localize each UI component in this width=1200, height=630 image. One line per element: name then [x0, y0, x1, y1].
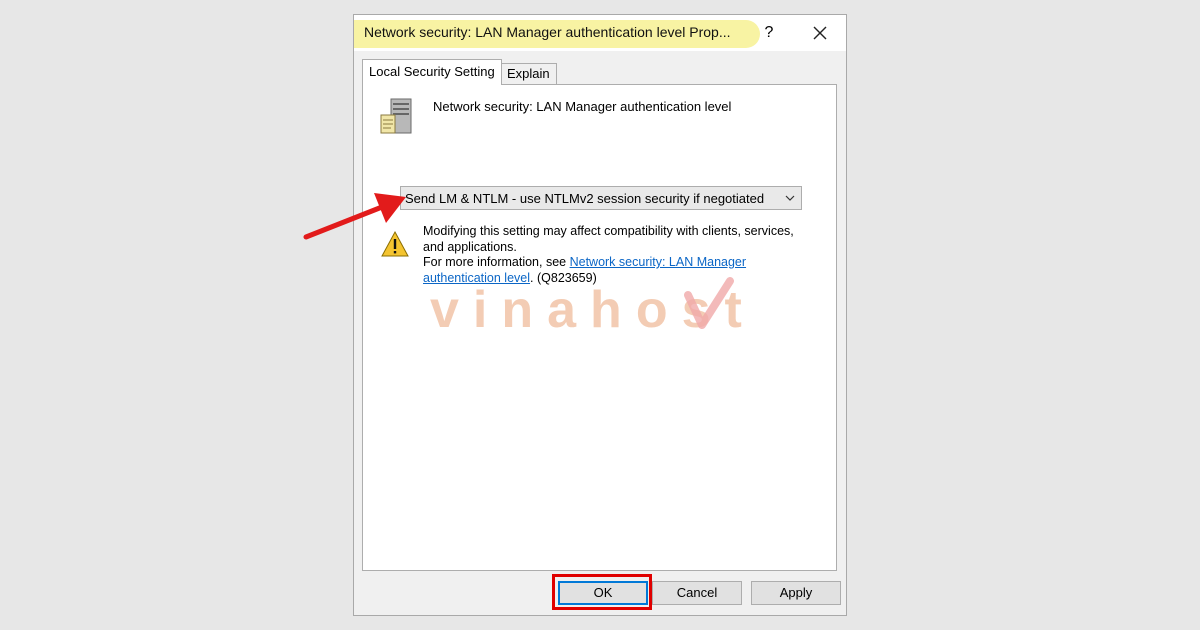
red-arrow-annotation: [303, 193, 406, 240]
more-info-prefix: For more information, see: [423, 255, 570, 269]
authentication-level-dropdown[interactable]: Send LM & NTLM - use NTLMv2 session secu…: [400, 186, 802, 210]
tab-explain[interactable]: Explain: [500, 63, 557, 85]
close-icon: [813, 26, 827, 40]
cancel-button[interactable]: Cancel: [652, 581, 742, 605]
window-title: Network security: LAN Manager authentica…: [364, 24, 731, 40]
vinahost-watermark: vinahost.: [430, 277, 750, 337]
close-button[interactable]: [806, 19, 834, 47]
warning-line: Modifying this setting may affect compat…: [423, 224, 794, 254]
tab-local-security-setting[interactable]: Local Security Setting: [362, 59, 502, 85]
tab-panel: Network security: LAN Manager authentica…: [362, 84, 837, 571]
properties-dialog: Network security: LAN Manager authentica…: [353, 14, 847, 616]
title-bar: Network security: LAN Manager authentica…: [354, 15, 846, 51]
dropdown-selected-value: Send LM & NTLM - use NTLMv2 session secu…: [405, 191, 765, 206]
policy-name: Network security: LAN Manager authentica…: [433, 99, 732, 114]
help-button[interactable]: ?: [758, 21, 780, 45]
apply-button[interactable]: Apply: [751, 581, 841, 605]
server-icon: [380, 98, 412, 134]
chevron-down-icon: [785, 195, 795, 201]
ok-button[interactable]: OK: [558, 581, 648, 605]
